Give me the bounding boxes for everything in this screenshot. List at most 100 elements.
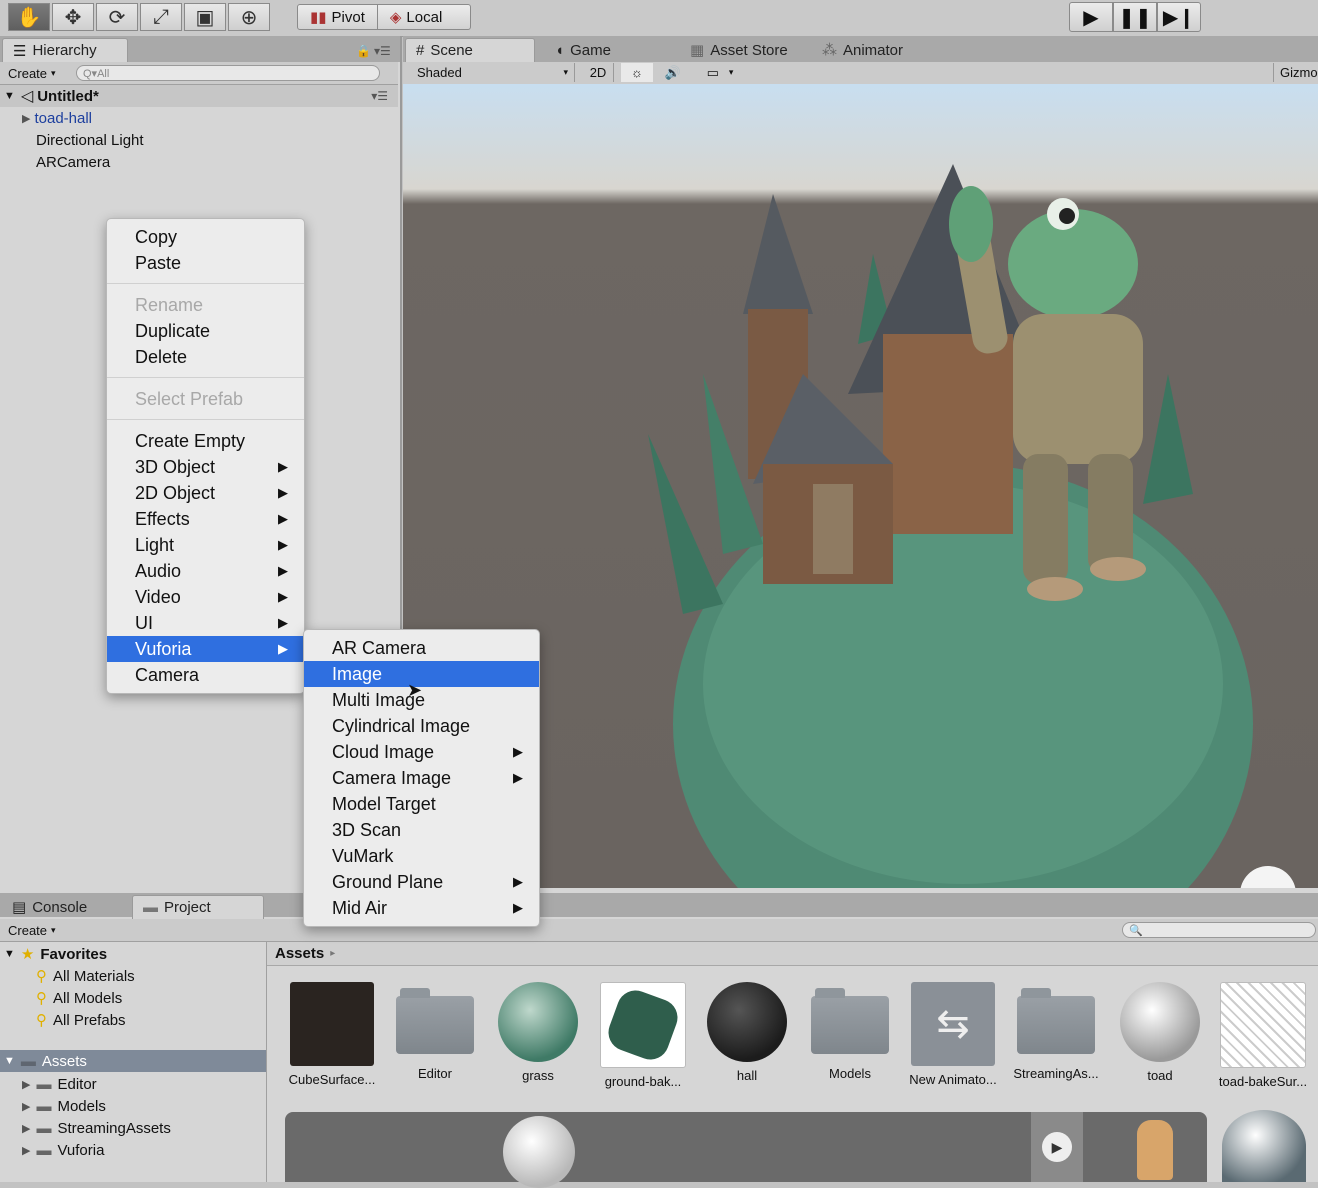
asset-item[interactable]: Editor xyxy=(385,982,485,1081)
lock-icon[interactable]: 🔒 xyxy=(356,44,371,58)
menu-item-audio[interactable]: Audio ▶ xyxy=(107,558,304,584)
toggle-2d-button[interactable]: 2D xyxy=(583,63,614,82)
asset-item[interactable]: StreamingAs... xyxy=(1006,982,1106,1081)
tab-scene[interactable]: # Scene xyxy=(405,38,535,62)
gizmos-dropdown[interactable]: Gizmo xyxy=(1273,63,1318,82)
project-search-input[interactable]: 🔍 xyxy=(1122,922,1316,938)
menu-item-light[interactable]: Light ▶ xyxy=(107,532,304,558)
menu-item-copy[interactable]: Copy xyxy=(107,224,304,250)
audio-toggle-icon[interactable]: 🔊 xyxy=(657,63,689,82)
lighting-toggle-icon[interactable]: ☼ xyxy=(621,63,653,82)
menu-item-model-target[interactable]: Model Target xyxy=(304,791,539,817)
folder-row[interactable]: ▶ ▬ Editor xyxy=(22,1073,97,1095)
asset-item[interactable]: grass xyxy=(488,982,588,1083)
chevron-down-icon: ▾ xyxy=(51,67,56,78)
tab-console[interactable]: ▤ Console xyxy=(2,895,128,919)
expand-arrow-icon[interactable]: ▶ xyxy=(22,1122,30,1135)
hierarchy-search-input[interactable]: Q▾All xyxy=(76,65,380,81)
material-sphere xyxy=(707,982,787,1062)
menu-item-3d-object[interactable]: 3D Object ▶ xyxy=(107,454,304,480)
pivot-button[interactable]: ▮▮ Pivot xyxy=(298,5,377,29)
menu-item-cylindrical-image[interactable]: Cylindrical Image xyxy=(304,713,539,739)
scene-gizmo[interactable] xyxy=(1240,866,1296,888)
play-button[interactable]: ▶ xyxy=(1069,2,1113,32)
menu-item-ground-plane[interactable]: Ground Plane ▶ xyxy=(304,869,539,895)
expand-arrow-icon[interactable]: ▼ xyxy=(4,1055,15,1067)
menu-item-camera-image[interactable]: Camera Image ▶ xyxy=(304,765,539,791)
asset-item[interactable]: CubeSurface... xyxy=(282,982,382,1087)
rotate-tool-icon[interactable]: ⟳ xyxy=(96,3,138,31)
hierarchy-item[interactable]: ARCamera xyxy=(0,151,110,173)
menu-item-effects[interactable]: Effects ▶ xyxy=(107,506,304,532)
scene-menu-icon[interactable]: ▾☰ xyxy=(371,89,388,103)
tab-asset-store[interactable]: ▦ Asset Store xyxy=(680,38,798,62)
project-create-dropdown[interactable]: Create ▾ xyxy=(0,923,64,938)
chevron-down-icon: ▾ xyxy=(563,67,568,77)
submenu-arrow-icon: ▶ xyxy=(278,485,288,500)
asset-item[interactable]: ⇆ New Animato... xyxy=(903,982,1003,1087)
menu-item-3d-scan[interactable]: 3D Scan xyxy=(304,817,539,843)
tab-animator[interactable]: ⁂ Animator xyxy=(812,38,913,62)
hierarchy-item[interactable]: Directional Light xyxy=(0,129,144,151)
vuforia-submenu: AR Camera Image Multi Image Cylindrical … xyxy=(303,629,540,927)
step-button[interactable]: ▶❙ xyxy=(1157,2,1201,32)
move-tool-icon[interactable]: ✥ xyxy=(52,3,94,31)
menu-item-create-empty[interactable]: Create Empty xyxy=(107,428,304,454)
menu-item-2d-object[interactable]: 2D Object ▶ xyxy=(107,480,304,506)
animator-controller-icon: ⇆ xyxy=(911,982,995,1066)
tab-project[interactable]: ▬ Project xyxy=(132,895,264,919)
asset-item[interactable]: Models xyxy=(800,982,900,1081)
asset-item[interactable]: hall xyxy=(697,982,797,1083)
effects-dropdown[interactable]: ▭ ▾ xyxy=(697,63,743,82)
asset-item[interactable]: toad xyxy=(1110,982,1210,1083)
panel-menu-icon[interactable]: ▾☰ xyxy=(374,44,391,58)
menu-item-ui[interactable]: UI ▶ xyxy=(107,610,304,636)
context-menu: Copy Paste Rename Duplicate Delete Selec… xyxy=(106,218,305,694)
menu-item-ar-camera[interactable]: AR Camera xyxy=(304,635,539,661)
folder-icon: ▬ xyxy=(143,899,158,916)
menu-item-paste[interactable]: Paste xyxy=(107,250,304,276)
expand-arrow-icon[interactable]: ▶ xyxy=(22,1100,30,1113)
expand-arrow-icon[interactable]: ▶ xyxy=(22,1144,30,1157)
tab-game[interactable]: ◖ Game xyxy=(545,38,621,62)
transform-tool-icon[interactable]: ⊕ xyxy=(228,3,270,31)
favorite-item[interactable]: ⚲ All Models xyxy=(36,987,122,1009)
play-icon: ▶ xyxy=(1083,6,1099,29)
asset-item[interactable]: ground-bak... xyxy=(593,982,693,1089)
create-dropdown[interactable]: Create ▾ xyxy=(0,66,64,81)
submenu-arrow-icon: ▶ xyxy=(513,770,523,785)
expand-arrow-icon[interactable]: ▶ xyxy=(22,1078,30,1091)
favorite-item[interactable]: ⚲ All Materials xyxy=(36,965,135,987)
rect-tool-icon[interactable]: ▣ xyxy=(184,3,226,31)
menu-item-camera[interactable]: Camera xyxy=(107,662,304,688)
folder-row[interactable]: ▶ ▬ Models xyxy=(22,1095,106,1117)
asset-item[interactable]: toad-bakeSur... xyxy=(1213,982,1313,1089)
assets-root-row[interactable]: ▼ ▬ Assets xyxy=(0,1050,266,1072)
menu-item-mid-air[interactable]: Mid Air ▶ xyxy=(304,895,539,921)
menu-item-cloud-image[interactable]: Cloud Image ▶ xyxy=(304,739,539,765)
expand-arrow-icon[interactable]: ▼ xyxy=(4,90,15,102)
menu-item-vuforia[interactable]: Vuforia ▶ xyxy=(107,636,304,662)
scene-view[interactable] xyxy=(403,84,1318,888)
pause-button[interactable]: ❚❚ xyxy=(1113,2,1157,32)
local-button[interactable]: ◈ Local xyxy=(376,5,454,29)
favorite-item[interactable]: ⚲ All Prefabs xyxy=(36,1009,126,1031)
play-preview-icon[interactable]: ▶ xyxy=(1031,1112,1083,1182)
shading-dropdown[interactable]: Shaded ▾ xyxy=(409,63,575,82)
tab-hierarchy[interactable]: ☰ Hierarchy xyxy=(2,38,128,62)
expand-arrow-icon[interactable]: ▼ xyxy=(4,948,15,960)
project-tree: ▼ ★ Favorites ⚲ All Materials ⚲ All Models… xyxy=(0,942,267,1182)
folder-row[interactable]: ▶ ▬ StreamingAssets xyxy=(22,1117,171,1139)
hand-tool-icon[interactable]: ✋ xyxy=(8,3,50,31)
menu-item-video[interactable]: Video ▶ xyxy=(107,584,304,610)
menu-item-vumark[interactable]: VuMark xyxy=(304,843,539,869)
menu-item-delete[interactable]: Delete xyxy=(107,344,304,370)
scale-tool-icon[interactable]: ⤢ xyxy=(140,3,182,31)
hierarchy-item[interactable]: ▶ toad-hall xyxy=(0,107,92,129)
scene-root-row[interactable]: ▼ ◁ Untitled* ▾☰ xyxy=(0,85,398,107)
folder-row[interactable]: ▶ ▬ Vuforia xyxy=(22,1139,104,1161)
expand-arrow-icon[interactable]: ▶ xyxy=(22,112,30,125)
menu-item-duplicate[interactable]: Duplicate xyxy=(107,318,304,344)
breadcrumb: Assets ▸ xyxy=(267,942,1318,966)
favorites-row[interactable]: ▼ ★ Favorites xyxy=(4,943,107,965)
